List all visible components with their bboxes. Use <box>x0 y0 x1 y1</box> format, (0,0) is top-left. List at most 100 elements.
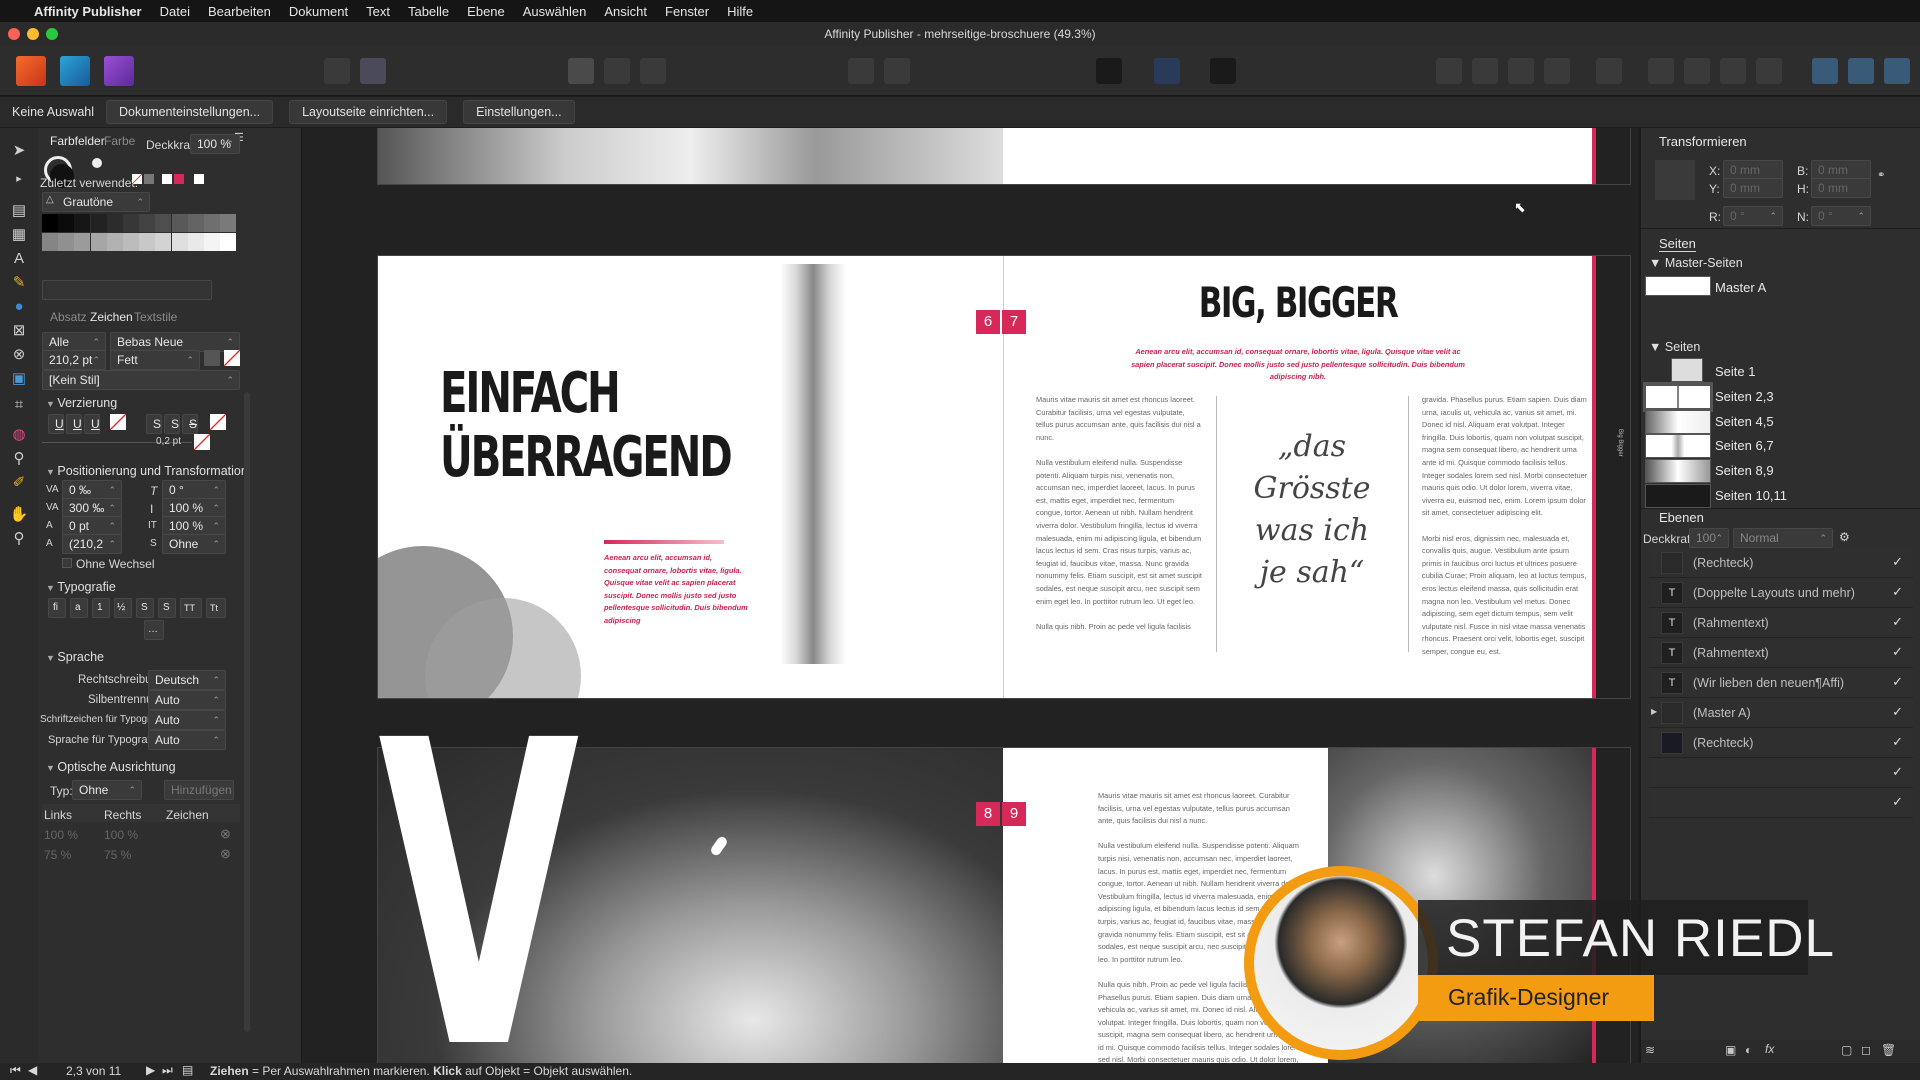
section-decoration[interactable]: Verzierung <box>46 396 117 410</box>
snapping-magnet-icon[interactable] <box>1210 58 1236 84</box>
swatch[interactable] <box>106 214 123 232</box>
text-highlight-well[interactable] <box>224 350 240 366</box>
last-page-icon[interactable]: ⏭ <box>162 1063 173 1078</box>
pages-10-11-label[interactable]: Seiten 10,11 <box>1715 488 1787 503</box>
pages-section[interactable]: ▼ Seiten <box>1649 340 1700 354</box>
optical-row2-right[interactable]: 75 % <box>104 848 131 862</box>
strikethrough-button[interactable]: S <box>146 414 162 434</box>
recent-swatch-none[interactable] <box>132 174 142 184</box>
swatch[interactable] <box>74 233 91 251</box>
swatch[interactable] <box>90 233 107 251</box>
ordinal-button[interactable]: 1 <box>92 598 110 618</box>
ellipse-frame-tool-icon[interactable]: ⊗ <box>8 344 30 366</box>
layer-visible-checkbox[interactable]: ✓ <box>1892 704 1903 720</box>
swatch[interactable] <box>220 214 237 232</box>
page-settings-icon[interactable]: ▤ <box>182 1063 193 1077</box>
layer-row[interactable]: T (Doppelte Layouts und mehr) ✓ <box>1649 578 1913 608</box>
swatch[interactable] <box>90 214 107 232</box>
rotate-left-icon[interactable] <box>1720 58 1746 84</box>
stroke-color-well[interactable] <box>194 434 210 450</box>
assistant-icon[interactable] <box>360 58 386 84</box>
body-column-2[interactable]: gravida. Phasellus purus. Etiam sapien. … <box>1422 394 1588 658</box>
menu-ansicht[interactable]: Ansicht <box>604 4 647 19</box>
spread-6-7[interactable]: EINFACH ÜBERRAGEND Aenean arcu elit, acc… <box>378 256 1630 698</box>
width-field[interactable]: 0 mm <box>1811 160 1871 180</box>
crop-tool-icon[interactable]: ⌗ <box>8 394 30 416</box>
pages-2-3-thumb[interactable] <box>1645 385 1711 409</box>
big-letter-v[interactable]: V <box>378 688 580 1064</box>
rotate-right-icon[interactable] <box>1756 58 1782 84</box>
layers-panel-title[interactable]: Ebenen <box>1659 510 1704 525</box>
small-caps-button[interactable]: Tt <box>206 598 226 618</box>
arrange-backward-icon[interactable] <box>1472 58 1498 84</box>
swatch[interactable] <box>187 214 204 232</box>
recent-swatch-pink[interactable] <box>174 174 184 184</box>
vscale-field[interactable]: 100 % <box>162 498 226 518</box>
layer-stack-icon[interactable]: ≋ <box>1645 1043 1655 1057</box>
pages-4-5-thumb[interactable] <box>1645 410 1711 434</box>
anchor-point-icon[interactable] <box>1655 160 1695 200</box>
layer-row[interactable]: (Rechteck) ✓ <box>1649 728 1913 758</box>
preflight-icon[interactable] <box>324 58 350 84</box>
layer-row[interactable]: (Rechteck) ✓ <box>1649 548 1913 578</box>
menu-datei[interactable]: Datei <box>160 4 190 19</box>
node-tool-icon[interactable]: ▸ <box>8 168 30 190</box>
swatch[interactable] <box>204 233 220 251</box>
adjustment-icon[interactable]: ◐ <box>1745 1043 1752 1057</box>
frame-text-tool-icon[interactable]: ▤ <box>8 200 30 222</box>
y-field[interactable]: 0 mm <box>1723 178 1783 198</box>
menu-bearbeiten[interactable]: Bearbeiten <box>208 4 271 19</box>
swatch[interactable] <box>155 233 172 251</box>
shear-field[interactable]: 0 ° <box>1811 206 1871 226</box>
underline-color-well[interactable] <box>110 414 126 430</box>
shape-tool-icon[interactable]: ● <box>8 296 30 318</box>
swatch[interactable] <box>58 233 75 251</box>
master-pages-section[interactable]: ▼ Master-Seiten <box>1649 256 1743 270</box>
tab-text-styles[interactable]: Textstile <box>134 310 177 324</box>
move-tool-icon[interactable]: ➤ <box>8 140 30 162</box>
double-underline-button[interactable]: U <box>66 414 82 434</box>
menu-tabelle[interactable]: Tabelle <box>408 4 449 19</box>
swatch[interactable] <box>139 233 156 251</box>
justify-select[interactable]: Ohne <box>162 534 226 554</box>
transform-panel-title[interactable]: Transformieren <box>1659 134 1747 149</box>
strikethrough-style-button[interactable]: S <box>182 414 198 434</box>
swatch[interactable] <box>220 233 237 251</box>
hand-tool-icon[interactable]: ✋ <box>8 504 30 526</box>
document-settings-button[interactable]: Dokumenteinstellungen... <box>106 100 274 124</box>
add-pixel-layer-icon[interactable]: ▣ <box>1725 1043 1736 1057</box>
remove-row-icon[interactable]: ⊗ <box>220 826 231 842</box>
pages-6-7-label[interactable]: Seiten 6,7 <box>1715 438 1774 453</box>
prev-page-icon[interactable]: ◀ <box>28 1063 37 1077</box>
more-typography-button[interactable]: … <box>144 620 164 640</box>
size2-field[interactable]: (210,2 <box>62 534 122 554</box>
hscale-field[interactable]: 100 % <box>162 516 226 536</box>
headline-right[interactable]: BIG, BIGGER <box>1135 278 1461 327</box>
layer-row[interactable]: T (Rahmentext) ✓ <box>1649 608 1913 638</box>
master-a-label[interactable]: Master A <box>1715 280 1766 295</box>
skew-field[interactable]: 0 ° <box>162 480 226 500</box>
optical-row1-right[interactable]: 100 % <box>104 828 138 842</box>
red-intro-left[interactable]: Aenean arcu elit, accumsan id, consequat… <box>604 552 750 628</box>
red-intro-right[interactable]: Aenean arcu elit, accumsan id, consequat… <box>1128 346 1468 384</box>
fill-tool-icon[interactable]: ⚲ <box>8 448 30 470</box>
page-1-thumb[interactable] <box>1671 358 1703 382</box>
double-strikethrough-button[interactable]: S <box>164 414 180 434</box>
strikethrough-color-well[interactable] <box>210 414 226 430</box>
pen-tool-icon[interactable]: ✎ <box>8 272 30 294</box>
swatch[interactable] <box>42 214 58 232</box>
arrange-front-icon[interactable] <box>1544 58 1570 84</box>
swatch[interactable] <box>187 233 204 251</box>
swatch[interactable] <box>139 214 156 232</box>
page-1-label[interactable]: Seite 1 <box>1715 364 1755 379</box>
flip-v-icon[interactable] <box>1684 58 1710 84</box>
palette-select[interactable]: Grautöne <box>42 192 150 212</box>
tab-color[interactable]: Farbe <box>104 134 135 148</box>
font-weight-select[interactable]: Fett <box>110 350 200 370</box>
text-color-well[interactable] <box>204 350 220 366</box>
swatch[interactable] <box>155 214 172 232</box>
table-tool-icon[interactable]: ▦ <box>8 224 30 246</box>
photo-persona-icon[interactable] <box>60 56 90 86</box>
view-mode-clip-icon[interactable] <box>640 58 666 84</box>
pin-icon[interactable] <box>848 58 874 84</box>
